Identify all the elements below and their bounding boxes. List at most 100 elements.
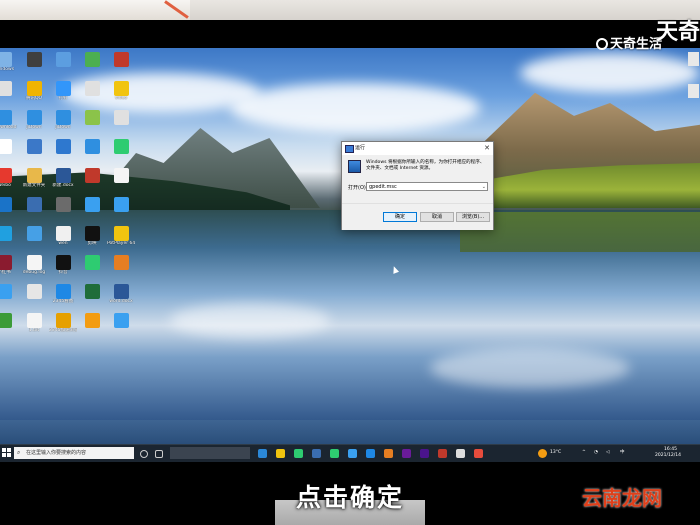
desktop-icon[interactable] <box>20 52 48 82</box>
close-icon[interactable]: ✕ <box>484 143 490 153</box>
network-icon[interactable]: ◔ <box>594 450 598 456</box>
app-icon[interactable] <box>474 449 483 458</box>
clock-date[interactable]: 2021/12/14 <box>655 453 681 459</box>
desktop-icon[interactable] <box>107 52 135 82</box>
task-view-icon[interactable] <box>155 450 163 458</box>
desktop-icon[interactable]: 抖音 <box>49 255 77 285</box>
desktop-icon[interactable] <box>78 168 106 198</box>
edge-icon[interactable] <box>258 449 267 458</box>
tianqi-watermark-text: 天奇生活 <box>609 37 662 52</box>
file-explorer-icon[interactable] <box>276 449 285 458</box>
desktop-icon[interactable] <box>107 168 135 198</box>
desktop-icon[interactable] <box>78 139 106 169</box>
windows-start-icon[interactable] <box>2 448 12 458</box>
desktop-icon-label: JiDownload <box>0 125 17 130</box>
cortana-icon[interactable] <box>140 450 148 458</box>
desktop-icon[interactable]: Windows <box>0 52 18 82</box>
desktop-icon[interactable] <box>107 139 135 169</box>
ok-button[interactable]: 确定 <box>383 212 417 222</box>
desktop-icon[interactable]: 1.txt <box>20 313 48 343</box>
desktop-icon[interactable] <box>0 226 18 256</box>
browse-button[interactable]: 浏览(B)... <box>456 212 490 222</box>
search-icon: ⌕ <box>17 449 21 456</box>
desktop-icon[interactable] <box>78 284 106 314</box>
desktop-icon[interactable]: word.docx <box>107 284 135 314</box>
cloud <box>520 53 700 93</box>
weather-temperature[interactable]: 13°C <box>550 450 561 456</box>
desktop-icon[interactable]: 2345看图 <box>49 284 77 314</box>
tray-chevron-icon[interactable]: ^ <box>582 450 586 456</box>
desktop-file-icon[interactable] <box>688 84 699 98</box>
desktop-icon[interactable] <box>78 52 106 82</box>
desktop-icon[interactable]: wen <box>49 226 77 256</box>
desktop-icon[interactable] <box>107 110 135 140</box>
desktop-app-icon <box>55 313 71 328</box>
desktop-icon[interactable] <box>0 81 18 111</box>
desktop-icon[interactable] <box>107 197 135 227</box>
chrome-icon[interactable] <box>294 449 303 458</box>
input-method-icon[interactable]: 中 <box>620 450 625 456</box>
desktop-icon[interactable] <box>78 255 106 285</box>
desktop-icon[interactable]: 腾讯QQ <box>20 81 48 111</box>
desktop-icon[interactable]: debug.log <box>20 255 48 285</box>
desktop-app-icon <box>0 255 12 270</box>
run-command-input[interactable]: gpedit.msc ⌄ <box>366 182 488 191</box>
desktop-icon[interactable]: 新建.docx <box>49 168 77 198</box>
desktop-app-icon <box>113 313 129 328</box>
desktop-icon[interactable]: 小红书 <box>0 255 18 285</box>
desktop-icon[interactable] <box>78 313 106 343</box>
desktop-icon[interactable]: 剪映 <box>78 226 106 256</box>
desktop-icon[interactable] <box>78 197 106 227</box>
premiere-icon[interactable] <box>402 449 411 458</box>
desktop-icon[interactable] <box>0 197 18 227</box>
desktop-icon[interactable] <box>78 81 106 111</box>
taskbar-toolbar-search[interactable] <box>170 447 250 459</box>
desktop-app-icon <box>84 226 100 241</box>
app-icon[interactable] <box>456 449 465 458</box>
desktop-icon[interactable] <box>0 313 18 343</box>
cancel-button[interactable]: 取消 <box>420 212 454 222</box>
taskbar-search-input[interactable]: ⌕ 在这里输入你要搜索的内容 <box>14 447 134 459</box>
desktop-icon[interactable] <box>49 52 77 82</box>
chevron-down-icon[interactable]: ⌄ <box>482 183 486 191</box>
wechat-icon[interactable] <box>330 449 339 458</box>
app-icon[interactable] <box>366 449 375 458</box>
desktop-icon[interactable] <box>0 139 18 169</box>
tianqi-logo-icon <box>595 38 608 50</box>
photoshop-icon[interactable] <box>312 449 321 458</box>
desktop-icon[interactable] <box>49 139 77 169</box>
after-effects-icon[interactable] <box>420 449 429 458</box>
app-icon[interactable] <box>384 449 393 458</box>
desktop-app-icon <box>55 197 71 212</box>
desktop-app-icon <box>84 168 100 183</box>
desktop-icon[interactable] <box>107 255 135 285</box>
app-icon[interactable] <box>348 449 357 458</box>
desktop-icon[interactable]: Weibo <box>0 168 18 198</box>
desktop-icon[interactable]: 新建文件夹 <box>20 168 48 198</box>
app-icon[interactable] <box>438 449 447 458</box>
volume-icon[interactable]: ◁ <box>606 450 609 456</box>
desktop-icon[interactable]: PotPlayer 64 bit <box>107 226 135 256</box>
desktop-file-icon[interactable] <box>688 52 699 66</box>
desktop-icon[interactable]: JiDown <box>49 110 77 140</box>
desktop-app-icon <box>113 168 129 183</box>
desktop-icon-label: 剪映 <box>87 241 97 246</box>
forest-reflection <box>460 212 700 252</box>
desktop-icon[interactable]: JiDown <box>20 110 48 140</box>
desktop-icon[interactable] <box>49 197 77 227</box>
weather-icon[interactable] <box>538 449 547 458</box>
desktop-icon[interactable] <box>20 284 48 314</box>
desktop-icon[interactable] <box>0 284 18 314</box>
run-dialog-titlebar[interactable]: 运行 ✕ <box>342 142 493 155</box>
desktop-icon[interactable] <box>20 197 48 227</box>
desktop-icon[interactable]: JiDownload <box>0 110 18 140</box>
desktop-app-icon <box>26 139 42 154</box>
desktop-icon[interactable]: video <box>107 81 135 111</box>
desktop-app-icon <box>26 284 42 299</box>
desktop-icon[interactable]: 2345加速浏览器 <box>49 313 77 343</box>
desktop-icon[interactable]: 钉钉 <box>49 81 77 111</box>
desktop-icon[interactable] <box>20 139 48 169</box>
desktop-icon[interactable] <box>20 226 48 256</box>
desktop-icon[interactable] <box>78 110 106 140</box>
desktop-icon[interactable] <box>107 313 135 343</box>
